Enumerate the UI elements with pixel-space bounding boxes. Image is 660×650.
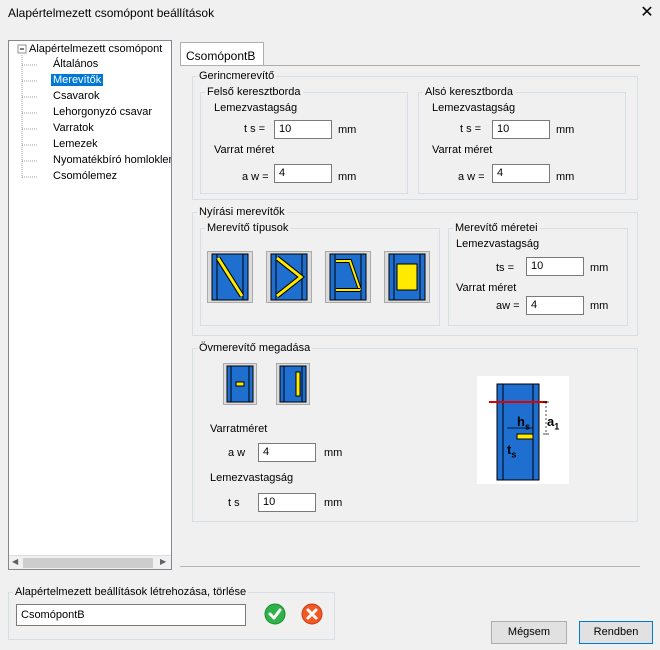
ov-aw-label: a w	[228, 447, 246, 459]
delete-default-button[interactable]	[301, 603, 323, 625]
tipusok-title: Merevítő típusok	[207, 222, 289, 234]
tree-item-csavarok[interactable]: Csavarok	[53, 90, 99, 102]
confirm-add-button[interactable]	[264, 603, 286, 625]
check-icon	[264, 603, 286, 625]
tree-item-merevitok[interactable]: Merevítők	[51, 74, 104, 86]
ov-ts-input[interactable]: 10	[258, 493, 316, 512]
felso-title: Felső keresztborda	[207, 86, 301, 98]
diagram-a1-label: a1	[547, 414, 560, 432]
felso-ts-input[interactable]: 10	[274, 120, 332, 139]
stiffener-partial-button[interactable]	[325, 251, 371, 303]
stiffener-partial-icon	[329, 253, 367, 301]
flange-stiffener-side-icon	[279, 365, 307, 403]
ov-ts-label: t s	[228, 497, 240, 509]
also-ts-input[interactable]: 10	[492, 120, 550, 139]
close-icon[interactable]: ✕	[638, 2, 656, 21]
tree-item-lemezek[interactable]: Lemezek	[53, 138, 98, 150]
tree-item-lehorgonyzo[interactable]: Lehorgonyzó csavar	[53, 106, 152, 118]
nyirasi-title: Nyírási merevítők	[199, 206, 285, 218]
stiffener-diagonal-button[interactable]	[207, 251, 253, 303]
ov-ts-unit: mm	[324, 497, 343, 509]
scroll-thumb[interactable]	[23, 558, 153, 568]
meretei-ts-unit: mm	[590, 262, 609, 274]
diagram-ts-label: ts	[507, 442, 517, 460]
felso-aw-label: a w =	[242, 171, 269, 183]
ov-aw-input[interactable]: 4	[258, 443, 316, 462]
also-ts-unit: mm	[556, 124, 575, 136]
meretei-aw-unit: mm	[590, 300, 609, 312]
also-aw-label: a w =	[458, 171, 485, 183]
flange-stiffener-center-button[interactable]	[223, 363, 257, 405]
ov-lemez-label: Lemezvastagság	[210, 472, 294, 484]
stiffener-k-button[interactable]	[266, 251, 312, 303]
also-ts-label: t s =	[460, 123, 482, 135]
stiffener-plate-icon	[388, 253, 426, 301]
ov-varrat-label: Varratméret	[210, 423, 268, 435]
ok-button[interactable]: Rendben	[579, 621, 653, 644]
felso-lemez-label: Lemezvastagság	[214, 102, 298, 114]
stiffener-plate-button[interactable]	[384, 251, 430, 303]
meretei-lemez-label: Lemezvastagság	[456, 238, 540, 250]
flange-stiffener-side-button[interactable]	[276, 363, 310, 405]
also-title: Alsó keresztborda	[425, 86, 514, 98]
felso-ts-unit: mm	[338, 124, 357, 136]
ov-aw-unit: mm	[324, 447, 343, 459]
felso-ts-label: t s =	[244, 123, 266, 135]
also-varrat-label: Varrat méret	[432, 144, 493, 156]
scroll-left-icon[interactable]: ◀	[12, 557, 18, 566]
diagram-hs-label: hs	[517, 414, 530, 432]
meretei-ts-input[interactable]: 10	[526, 257, 584, 276]
tree-item-nyomatekbiro[interactable]: Nyomatékbíró homloklem	[53, 154, 171, 166]
stiffener-diagonal-icon	[211, 253, 249, 301]
settings-tree[interactable]: Alapértelmezett csomópont Általános Mere…	[8, 40, 172, 570]
default-name-input[interactable]: CsomópontB	[16, 604, 246, 626]
felso-varrat-label: Varrat méret	[214, 144, 275, 156]
bottom-separator	[180, 566, 640, 567]
tree-item-varratok[interactable]: Varratok	[53, 122, 94, 134]
felso-aw-unit: mm	[338, 171, 357, 183]
tree-horizontal-scrollbar[interactable]: ◀ ▶	[9, 555, 171, 569]
cancel-button[interactable]: Mégsem	[491, 621, 567, 644]
tree-item-altalanos[interactable]: Általános	[53, 58, 98, 70]
also-aw-input[interactable]: 4	[492, 164, 550, 183]
also-lemez-label: Lemezvastagság	[432, 102, 516, 114]
tree-item-csomolemez[interactable]: Csomólemez	[53, 170, 117, 182]
meretei-ts-label: ts =	[496, 262, 515, 274]
felso-aw-input[interactable]: 4	[274, 164, 332, 183]
delete-icon	[301, 603, 323, 625]
window-title: Alapértelmezett csomópont beállítások	[8, 6, 215, 20]
flange-stiffener-center-icon	[226, 365, 254, 403]
stiffener-k-icon	[270, 253, 308, 301]
tree-root[interactable]: Alapértelmezett csomópont	[29, 43, 162, 55]
tab-csomopontb[interactable]: CsomópontB	[180, 42, 264, 66]
meretei-aw-input[interactable]: 4	[526, 296, 584, 315]
meretei-title: Merevítő méretei	[455, 222, 538, 234]
meretei-varrat-label: Varrat méret	[456, 282, 517, 294]
gerinc-title: Gerincmerevítő	[199, 70, 275, 82]
ov-title: Övmerevítő megadása	[199, 342, 311, 354]
defaults-title: Alapértelmezett beállítások létrehozása,…	[15, 586, 247, 598]
meretei-aw-label: aw =	[496, 300, 520, 312]
flange-stiffener-diagram: hs ts a1	[477, 376, 569, 484]
also-aw-unit: mm	[556, 171, 575, 183]
scroll-right-icon[interactable]: ▶	[160, 557, 166, 566]
